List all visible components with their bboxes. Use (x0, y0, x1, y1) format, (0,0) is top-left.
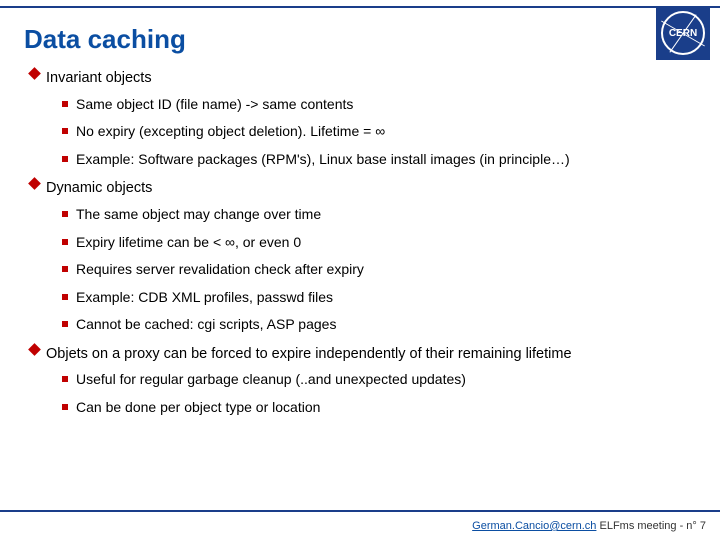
square-bullet-icon (62, 266, 68, 272)
square-bullet-icon (62, 128, 68, 134)
list-item: Cannot be cached: cgi scripts, ASP pages (62, 315, 696, 335)
section-invariant: Invariant objects Same object ID (file n… (30, 69, 696, 169)
cern-logo: CERN (656, 6, 710, 60)
diamond-bullet-icon (28, 67, 41, 80)
list-item: Same object ID (file name) -> same conte… (62, 95, 696, 115)
square-bullet-icon (62, 376, 68, 382)
list-item: Useful for regular garbage cleanup (..an… (62, 370, 696, 390)
sub-list: Useful for regular garbage cleanup (..an… (62, 370, 696, 417)
section-proxy: Objets on a proxy can be forced to expir… (30, 345, 696, 418)
bottom-border (0, 510, 720, 512)
sub-list: Same object ID (file name) -> same conte… (62, 95, 696, 170)
sub-list: The same object may change over time Exp… (62, 205, 696, 335)
square-bullet-icon (62, 294, 68, 300)
square-bullet-icon (62, 156, 68, 162)
section-heading: Invariant objects (46, 69, 152, 89)
slide-title: Data caching (24, 24, 696, 55)
square-bullet-icon (62, 211, 68, 217)
square-bullet-icon (62, 101, 68, 107)
top-border (0, 6, 720, 8)
content-list: Invariant objects Same object ID (file n… (30, 69, 696, 418)
slide-body: CERN Data caching Invariant objects Same… (0, 0, 720, 540)
list-item: Can be done per object type or location (62, 398, 696, 418)
section-heading: Objets on a proxy can be forced to expir… (46, 345, 572, 365)
section-heading: Dynamic objects (46, 179, 152, 199)
square-bullet-icon (62, 404, 68, 410)
square-bullet-icon (62, 321, 68, 327)
cern-logo-text: CERN (661, 11, 705, 55)
list-item: Example: Software packages (RPM's), Linu… (62, 150, 696, 170)
footer-email-link[interactable]: German.Cancio@cern.ch (472, 520, 596, 532)
section-dynamic: Dynamic objects The same object may chan… (30, 179, 696, 335)
diamond-bullet-icon (28, 343, 41, 356)
diamond-bullet-icon (28, 177, 41, 190)
footer: German.Cancio@cern.ch ELFms meeting - n°… (472, 520, 706, 532)
list-item: Requires server revalidation check after… (62, 260, 696, 280)
list-item: The same object may change over time (62, 205, 696, 225)
footer-text: ELFms meeting - n° 7 (596, 520, 706, 532)
list-item: Example: CDB XML profiles, passwd files (62, 288, 696, 308)
list-item: Expiry lifetime can be < ∞, or even 0 (62, 233, 696, 253)
list-item: No expiry (excepting object deletion). L… (62, 122, 696, 142)
square-bullet-icon (62, 239, 68, 245)
